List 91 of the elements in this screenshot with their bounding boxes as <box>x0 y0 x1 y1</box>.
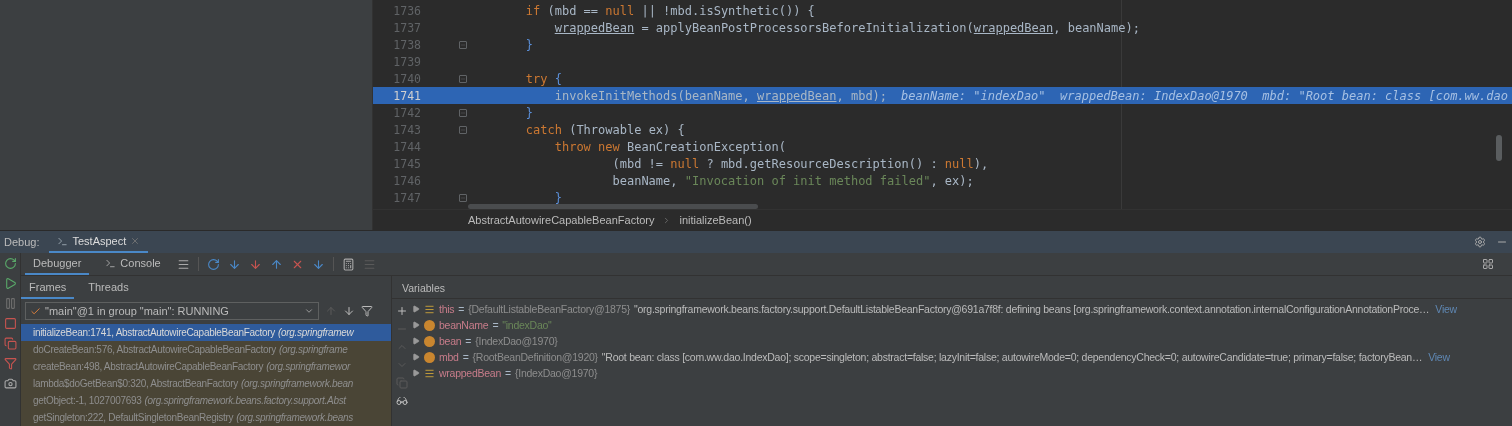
variable-row[interactable]: wrappedBean = {IndexDao@1970} <box>412 365 1512 381</box>
view-link[interactable]: View <box>1435 303 1457 315</box>
stack-frame[interactable]: getSingleton:222, DefaultSingletonBeanRegistry (org.springframework.beans <box>21 409 391 426</box>
panel-tab[interactable]: Threads <box>80 277 137 299</box>
stack-frame[interactable]: initializeBean:1741, AbstractAutowireCapableBeanFactory (org.springframew <box>21 324 391 341</box>
code-line: } <box>553 190 562 205</box>
fold-icon[interactable] <box>459 74 467 83</box>
step-out-icon[interactable] <box>269 257 283 271</box>
view-link[interactable]: View <box>1428 351 1450 363</box>
fold-icon[interactable] <box>459 125 467 134</box>
variable-name: this <box>439 303 455 315</box>
panel-tab[interactable]: Frames <box>21 277 75 299</box>
variable-row[interactable]: bean = {IndexDao@1970} <box>412 333 1512 349</box>
line-number: 1742 <box>392 105 421 120</box>
run-to-cursor-icon[interactable] <box>311 257 325 271</box>
code-line: invokeInitMethods(beanName, wrappedBean, mbd); <box>553 88 888 103</box>
resume-icon[interactable] <box>3 277 17 290</box>
variable-row[interactable]: this = {DefaultListableBeanFactory@1875} "org.springframework.beans.factory.support.DefaultListableBeanFactory@691a7f8f: defining beans [org.springframework.context.annotation.internalConfigurationAnnotationProce… View <box>412 301 1512 317</box>
breadcrumb[interactable]: initializeBean() <box>679 214 752 226</box>
down-arrow-icon[interactable] <box>343 305 355 317</box>
console-icon <box>105 257 117 269</box>
copy-icon[interactable] <box>396 377 408 389</box>
code-line: if (mbd == null || !mbd.isSynthetic()) { <box>524 3 815 18</box>
line-number: 1739 <box>392 54 421 69</box>
equals-sign: = <box>458 303 465 315</box>
menu-icon[interactable] <box>176 257 190 271</box>
line-number: 1740 <box>392 71 421 86</box>
equals-sign: = <box>465 335 472 347</box>
code-line: throw new BeanCreationException( <box>553 139 786 154</box>
parameter-icon <box>424 351 435 363</box>
equals-sign: = <box>492 319 499 331</box>
fold-icon[interactable] <box>459 193 467 202</box>
window-icon <box>57 235 69 247</box>
code-line: try { <box>524 71 562 86</box>
inline-values: beanName: "indexDao" wrappedBean: IndexDao@1970 mbd: "Root bean: class [com.ww.dao <box>901 88 1508 103</box>
code-line: catch (Throwable ex) { <box>524 122 685 137</box>
stack-frame[interactable]: getObject:-1, 1027007693 (org.springframework.beans.factory.support.Abst <box>21 392 391 409</box>
line-number: 1737 <box>392 20 421 35</box>
stack-frame[interactable]: lambda$doGetBean$0:320, AbstractBeanFactory (org.springframework.bean <box>21 375 391 392</box>
settings-icon[interactable] <box>1474 236 1486 248</box>
dropdown-caret-icon <box>304 306 314 316</box>
check-icon <box>30 305 41 317</box>
breadcrumb[interactable]: AbstractAutowireCapableBeanFactory <box>468 214 655 226</box>
pause-icon[interactable] <box>3 297 17 310</box>
glasses-icon[interactable] <box>396 395 408 407</box>
force-step-into-icon[interactable] <box>248 257 262 271</box>
variable-row[interactable]: beanName = "indexDao" <box>412 317 1512 333</box>
code-line: } <box>524 105 534 120</box>
close-icon[interactable] <box>130 236 141 246</box>
add-icon[interactable] <box>396 305 408 317</box>
scrollbar-thumb[interactable] <box>468 204 758 209</box>
filter-icon[interactable] <box>361 305 373 317</box>
thread-dropdown[interactable]: "main"@1 in group "main": RUNNING <box>25 302 319 320</box>
panel-tab[interactable]: Console <box>97 253 169 275</box>
variable-name: bean <box>439 335 462 347</box>
line-number: 1746 <box>392 173 421 188</box>
variable-name: beanName <box>439 319 489 331</box>
line-number: 1744 <box>392 139 421 154</box>
line-number: 1736 <box>392 3 421 18</box>
equals-sign: = <box>505 367 511 379</box>
panel-title: Debug: <box>4 236 40 248</box>
equals-sign: = <box>462 351 469 363</box>
camera-icon[interactable] <box>3 377 17 390</box>
fold-icon[interactable] <box>459 108 467 117</box>
code-line: wrappedBean = applyBeanPostProcessorsBeforeInitialization(wrappedBean, beanName); <box>553 20 1140 35</box>
code-line: (mbd != null ? mbd.getResourceDescription() : null), <box>611 156 989 171</box>
parameter-icon <box>424 319 435 331</box>
panel-tab[interactable]: Debugger <box>25 253 90 275</box>
layout-icon[interactable] <box>1482 258 1494 270</box>
code-line: beanName, "Invocation of init method failed", ex); <box>611 173 974 188</box>
calculator-icon[interactable] <box>341 257 355 271</box>
parameter-icon <box>424 335 435 347</box>
code-line: } <box>524 37 534 52</box>
line-number: 1745 <box>392 156 421 171</box>
line-number: 1747 <box>392 190 421 205</box>
line-number: 1738 <box>392 37 421 52</box>
variable-name: mbd <box>439 351 459 363</box>
line-number: 1743 <box>392 122 421 137</box>
step-into-icon[interactable] <box>227 257 241 271</box>
stop-icon[interactable] <box>3 317 17 330</box>
variable-row[interactable]: mbd = {RootBeanDefinition@1920} "Root bean: class [com.ww.dao.IndexDao]; scope=singleton; abstract=false; lazyInit=false; autowireMode=0; dependencyCheck=0; autowireCandidate=true; primary=false; factoryBean… View <box>412 349 1512 365</box>
field-icon <box>424 303 435 315</box>
stack-frame[interactable]: createBean:498, AbstractAutowireCapableBeanFactory (org.springframewor <box>21 358 391 375</box>
scrollbar-thumb[interactable] <box>1496 135 1502 161</box>
rerun-icon[interactable] <box>3 257 17 270</box>
variable-name: wrappedBean <box>439 367 502 379</box>
stack-frame[interactable]: doCreateBean:576, AbstractAutowireCapableBeanFactory (org.springframe <box>21 341 391 358</box>
fold-icon[interactable] <box>459 40 467 49</box>
field-icon <box>424 367 435 379</box>
line-number: 1741 <box>392 88 421 103</box>
panel-title: Variables <box>392 278 1512 299</box>
